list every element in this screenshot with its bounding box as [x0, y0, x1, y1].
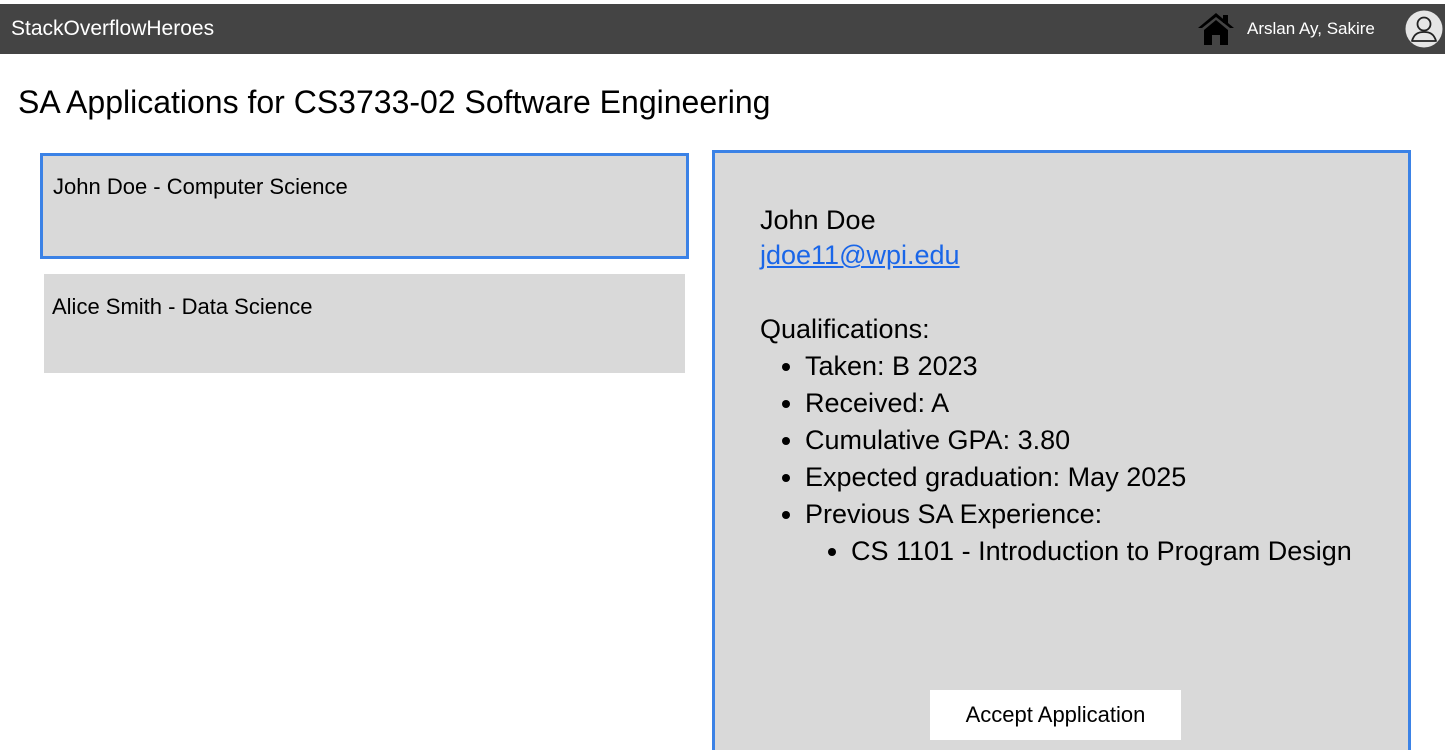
qualification-item: Received: A — [805, 385, 1405, 422]
application-detail-panel: John Doe jdoe11@wpi.edu Qualifications: … — [712, 150, 1411, 750]
application-card-label: Alice Smith - Data Science — [52, 294, 313, 319]
previous-experience-item: CS 1101 - Introduction to Program Design — [851, 533, 1371, 570]
application-card-label: John Doe - Computer Science — [53, 174, 348, 199]
qualification-item: Expected graduation: May 2025 — [805, 459, 1405, 496]
qualification-item-label: Previous SA Experience: — [805, 499, 1103, 529]
user-avatar-icon[interactable] — [1405, 10, 1443, 48]
home-icon[interactable] — [1197, 11, 1235, 47]
qualification-item-previous-experience: Previous SA Experience: CS 1101 - Introd… — [805, 496, 1405, 570]
brand-name[interactable]: StackOverflowHeroes — [11, 17, 214, 41]
top-nav-bar: StackOverflowHeroes Arslan Ay, Sakire — [0, 4, 1445, 54]
page-title: SA Applications for CS3733-02 Software E… — [18, 84, 771, 120]
user-name: Arslan Ay, Sakire — [1247, 19, 1375, 38]
qualifications-list: Taken: B 2023 Received: A Cumulative GPA… — [760, 348, 1405, 570]
qualification-item: Cumulative GPA: 3.80 — [805, 422, 1405, 459]
applicant-email-link[interactable]: jdoe11@wpi.edu — [760, 238, 960, 272]
application-card-john-doe[interactable]: John Doe - Computer Science — [40, 153, 689, 259]
accept-application-button[interactable]: Accept Application — [930, 690, 1181, 740]
qualification-item: Taken: B 2023 — [805, 348, 1405, 385]
application-card-alice-smith[interactable]: Alice Smith - Data Science — [44, 274, 685, 373]
previous-experience-list: CS 1101 - Introduction to Program Design — [805, 533, 1371, 570]
qualifications-heading: Qualifications: — [760, 314, 930, 344]
applicant-name: John Doe — [760, 205, 876, 235]
